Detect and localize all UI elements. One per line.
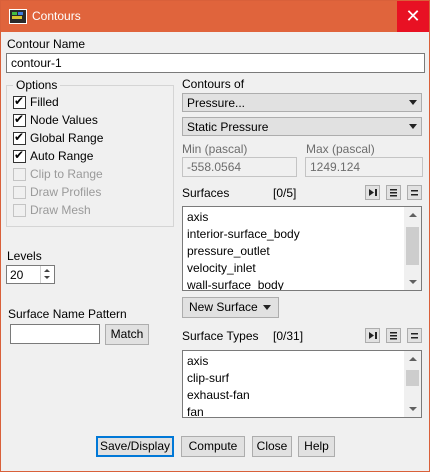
save-display-button[interactable]: Save/Display	[96, 436, 174, 457]
check-icon: ✔	[14, 94, 25, 108]
scroll-down-icon[interactable]	[404, 400, 421, 417]
app-icon	[9, 9, 27, 24]
contours-dialog: Contours ✕ Contour Name contour-1 Option…	[0, 0, 430, 472]
list-item[interactable]: velocity_inlet	[187, 261, 256, 275]
list-item[interactable]: clip-surf	[187, 371, 229, 385]
option-label: Clip to Range	[30, 167, 103, 181]
scroll-up-icon[interactable]	[404, 207, 421, 224]
surface-types-label: Surface Types	[182, 329, 259, 343]
max-value-field: 1249.124	[305, 157, 423, 177]
help-button[interactable]: Help	[298, 436, 335, 457]
surfaces-scrollbar[interactable]	[404, 207, 421, 290]
levels-label: Levels	[7, 249, 42, 263]
list-item[interactable]: exhaust-fan	[187, 388, 250, 402]
list-item[interactable]: wall-surface_body	[187, 278, 284, 290]
levels-value: 20	[10, 268, 24, 282]
contours-of-category-value: Pressure...	[187, 96, 246, 110]
surface-types-scrollbar[interactable]	[404, 351, 421, 417]
list-item[interactable]: pressure_outlet	[187, 244, 270, 258]
surfaces-list[interactable]: axis interior-surface_body pressure_outlet…	[182, 206, 422, 291]
check-icon: ✔	[14, 112, 25, 126]
list-item[interactable]: axis	[187, 354, 208, 368]
contours-of-quantity-value: Static Pressure	[187, 120, 269, 134]
chevron-down-icon	[263, 305, 271, 310]
match-button[interactable]: Match	[105, 324, 149, 345]
surface-types-deselect-button[interactable]	[407, 328, 422, 343]
chevron-down-icon	[409, 124, 417, 129]
compute-button[interactable]: Compute	[181, 436, 245, 457]
option-label: Draw Profiles	[30, 185, 102, 199]
contours-of-category-select[interactable]: Pressure...	[182, 93, 422, 112]
checkbox-box[interactable]: ✔	[13, 130, 26, 145]
option-label: Global Range	[30, 131, 104, 145]
surfaces-deselect-button[interactable]	[407, 185, 422, 200]
checkbox-box	[13, 168, 26, 181]
checkbox-box	[13, 204, 26, 217]
option-label: Node Values	[30, 113, 98, 127]
checkbox-box[interactable]: ✔	[13, 112, 26, 127]
close-button[interactable]: Close	[252, 436, 292, 457]
select-all-icon	[369, 189, 377, 196]
max-label: Max (pascal)	[306, 142, 375, 156]
list-item[interactable]: interior-surface_body	[187, 227, 300, 241]
surfaces-count: [0/5]	[273, 186, 297, 200]
options-legend: Options	[13, 78, 61, 92]
surface-name-pattern-label: Surface Name Pattern	[8, 307, 127, 321]
select-all-icon	[369, 332, 377, 339]
deselect-icon	[411, 190, 418, 196]
new-surface-button[interactable]: New Surface	[182, 297, 279, 318]
check-icon: ✔	[14, 130, 25, 144]
levels-stepper-buttons[interactable]	[40, 266, 54, 283]
surface-types-scroll-thumb[interactable]	[406, 370, 419, 386]
new-surface-label: New Surface	[189, 300, 258, 314]
contour-name-label: Contour Name	[7, 37, 86, 51]
list-icon	[390, 189, 397, 197]
levels-spinner[interactable]: 20	[6, 265, 55, 284]
spin-up-icon[interactable]	[44, 269, 50, 272]
list-item[interactable]: axis	[187, 210, 208, 224]
min-value-field: -558.0564	[182, 157, 297, 177]
checkbox-box[interactable]: ✔	[13, 148, 26, 163]
close-window-button[interactable]: ✕	[397, 1, 429, 32]
title-bar: Contours ✕	[1, 1, 429, 32]
list-icon	[390, 332, 397, 340]
scroll-up-icon[interactable]	[404, 351, 421, 368]
window-title: Contours	[32, 9, 81, 23]
contours-of-quantity-select[interactable]: Static Pressure	[182, 117, 422, 136]
surface-types-list-button[interactable]	[386, 328, 401, 343]
chevron-down-icon	[409, 100, 417, 105]
spin-down-icon[interactable]	[44, 276, 50, 279]
min-label: Min (pascal)	[182, 142, 248, 156]
surfaces-label: Surfaces	[182, 186, 230, 200]
deselect-icon	[411, 333, 418, 339]
checkbox-box[interactable]: ✔	[13, 94, 26, 109]
option-label: Filled	[30, 95, 59, 109]
surface-types-list[interactable]: axis clip-surf exhaust-fan fan	[182, 350, 422, 418]
checkbox-box	[13, 186, 26, 199]
surfaces-list-button[interactable]	[386, 185, 401, 200]
list-item[interactable]: fan	[187, 405, 204, 417]
contour-name-input[interactable]: contour-1	[6, 53, 425, 73]
surfaces-select-all-button[interactable]	[365, 185, 380, 200]
surface-name-pattern-input[interactable]	[10, 324, 100, 344]
option-label: Draw Mesh	[30, 203, 91, 217]
check-icon: ✔	[14, 148, 25, 162]
surface-types-select-all-button[interactable]	[365, 328, 380, 343]
scroll-down-icon[interactable]	[404, 273, 421, 290]
contours-of-label: Contours of	[182, 77, 245, 91]
surface-types-count: [0/31]	[273, 329, 304, 343]
option-label: Auto Range	[30, 149, 94, 163]
surfaces-scroll-thumb[interactable]	[406, 227, 419, 265]
